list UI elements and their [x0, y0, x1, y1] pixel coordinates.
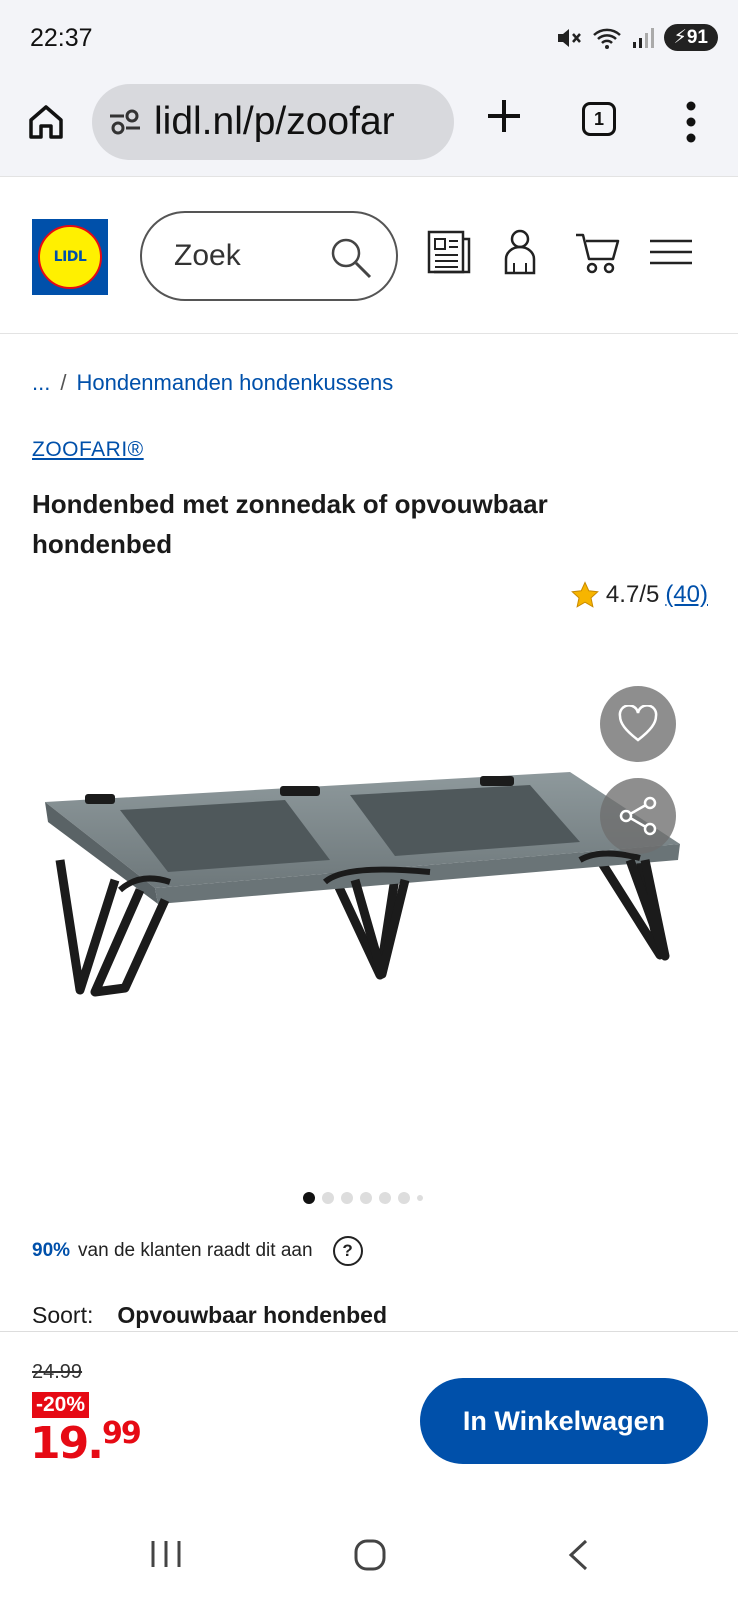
share-button[interactable]	[600, 778, 676, 854]
image-carousel-dots	[303, 1192, 423, 1204]
site-settings-icon[interactable]	[108, 108, 142, 136]
recommend-percentage: 90%	[32, 1240, 71, 1261]
price-main: 19.	[30, 1418, 104, 1469]
cart-icon[interactable]	[574, 229, 620, 275]
carousel-dot[interactable]	[303, 1192, 315, 1204]
wifi-icon	[592, 28, 621, 49]
home-nav-icon[interactable]	[354, 1539, 386, 1571]
search-input[interactable]: Zoek	[140, 211, 398, 301]
product-rating: 4.7/5 (40)	[570, 580, 708, 610]
brand-link[interactable]: ZOOFARI®	[32, 438, 144, 462]
status-icons: ⚡ 91	[556, 24, 718, 51]
breadcrumb: ... / Hondenmanden hondenkussens	[32, 370, 393, 396]
star-icon	[571, 581, 599, 608]
url-bar[interactable]: lidl.nl/p/zoofar	[92, 84, 454, 160]
product-title: Hondenbed met zonnedak of opvouwbaar hon…	[32, 489, 548, 559]
carousel-dot[interactable]	[398, 1192, 410, 1204]
price-cents: 99	[101, 1416, 142, 1451]
carousel-dot[interactable]	[322, 1192, 334, 1204]
variant-label: Soort:	[32, 1302, 94, 1328]
carousel-dot[interactable]	[360, 1192, 372, 1204]
variant-row: Soort: Opvouwbaar hondenbed	[32, 1302, 387, 1329]
status-bar: 22:37 ⚡ 91	[0, 0, 738, 78]
search-placeholder: Zoek	[174, 239, 241, 272]
plus-icon[interactable]	[484, 96, 524, 136]
system-nav-bar	[0, 1521, 738, 1600]
heart-icon	[618, 705, 658, 742]
tabs-icon[interactable]: 1	[582, 102, 616, 136]
rating-value: 4.7/5	[605, 581, 660, 608]
recents-icon[interactable]	[150, 1539, 182, 1569]
recommend-text: van de klanten raadt dit aan	[78, 1240, 313, 1261]
leaflet-icon[interactable]	[426, 229, 472, 275]
back-icon[interactable]	[566, 1539, 590, 1571]
variant-value[interactable]: Opvouwbaar hondenbed	[117, 1302, 387, 1329]
breadcrumb-category-link[interactable]: Hondenmanden hondenkussens	[76, 370, 393, 396]
url-text: lidl.nl/p/zoofar	[154, 100, 395, 143]
discount-badge: -20%	[32, 1392, 90, 1418]
favorite-button[interactable]	[600, 686, 676, 762]
carousel-dot[interactable]	[417, 1195, 423, 1201]
share-icon	[619, 796, 657, 836]
help-label: ?	[342, 1241, 353, 1260]
mute-icon	[557, 28, 581, 47]
logo-text: LIDL	[53, 249, 87, 265]
lidl-logo[interactable]: LIDL	[32, 219, 108, 295]
hamburger-icon[interactable]	[650, 239, 692, 265]
help-icon[interactable]: ?	[332, 1236, 363, 1266]
battery-level: 91	[686, 26, 708, 48]
signal-icon	[632, 27, 654, 48]
tab-count: 1	[593, 108, 604, 129]
breadcrumb-separator: /	[60, 370, 67, 395]
old-price: 24.99	[32, 1361, 83, 1383]
rating-count-link[interactable]: (40)	[665, 581, 708, 609]
site-header: LIDL Zoek	[0, 176, 738, 334]
recommendation: 90% van de klanten raadt dit aan ?	[32, 1236, 363, 1266]
search-icon[interactable]	[328, 235, 374, 281]
price-bar: 24.99 -20% 19.99 In Winkelwagen	[0, 1331, 738, 1521]
product-image[interactable]	[40, 760, 700, 1040]
logo-circle: LIDL	[38, 225, 102, 289]
carousel-dot[interactable]	[379, 1192, 391, 1204]
more-menu-icon[interactable]	[684, 100, 698, 144]
home-icon[interactable]	[26, 102, 66, 142]
add-to-cart-button[interactable]: In Winkelwagen	[420, 1378, 708, 1464]
breadcrumb-ellipsis[interactable]: ...	[32, 370, 50, 396]
carousel-dot[interactable]	[341, 1192, 353, 1204]
clock: 22:37	[30, 24, 93, 52]
browser-toolbar: lidl.nl/p/zoofar 1	[0, 78, 738, 176]
account-icon[interactable]	[503, 229, 537, 275]
battery-indicator: ⚡ 91	[663, 24, 718, 51]
current-price: 19.99	[30, 1416, 142, 1469]
